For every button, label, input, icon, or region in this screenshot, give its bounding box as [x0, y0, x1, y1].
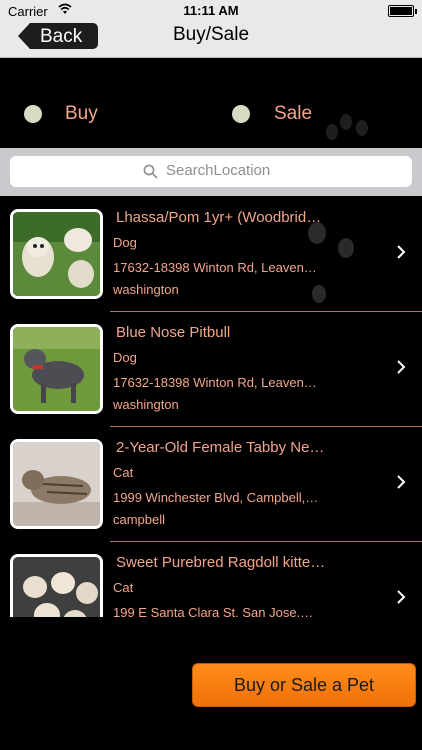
- listing-title: 2-Year-Old Female Tabby Ne…: [116, 439, 325, 456]
- filter-row: Buy Sale: [0, 58, 422, 148]
- listing-city: washington: [113, 282, 179, 297]
- pet-photo: [10, 554, 103, 617]
- listing-row[interactable]: 2-Year-Old Female Tabby Ne… Cat 1999 Win…: [0, 427, 422, 542]
- listing-address: 17632-18398 Winton Rd, Leaven…: [113, 375, 317, 390]
- listing-table: Lhassa/Pom 1yr+ (Woodbrid… Dog 17632-183…: [0, 197, 422, 617]
- listing-title: Blue Nose Pitbull: [116, 324, 231, 341]
- status-bar: Carrier 11:11 AM: [0, 0, 422, 22]
- search-icon: [143, 164, 158, 179]
- listing-title: Sweet Purebred Ragdoll kitte…: [116, 554, 326, 571]
- listing-row[interactable]: Sweet Purebred Ragdoll kitte… Cat 199 E …: [0, 542, 422, 617]
- battery-icon: [388, 5, 417, 17]
- listing-title: Lhassa/Pom 1yr+ (Woodbrid…: [116, 209, 322, 226]
- paw-print-icon: [316, 110, 376, 150]
- listing-row[interactable]: Blue Nose Pitbull Dog 17632-18398 Winton…: [0, 312, 422, 427]
- listing-address: 17632-18398 Winton Rd, Leaven…: [113, 260, 317, 275]
- chevron-right-icon: [397, 590, 406, 604]
- search-bar: SearchLocation: [0, 148, 422, 196]
- navigation-bar: Back Buy/Sale: [0, 22, 422, 58]
- chevron-right-icon: [397, 360, 406, 374]
- sale-radio[interactable]: [232, 105, 250, 123]
- listing-type: Dog: [113, 350, 137, 365]
- buy-or-sale-button[interactable]: Buy or Sale a Pet: [192, 663, 416, 707]
- search-placeholder: SearchLocation: [166, 162, 271, 179]
- listing-address: 1999 Winchester Blvd, Campbell,…: [113, 490, 319, 505]
- buy-radio[interactable]: [24, 105, 42, 123]
- listing-type: Dog: [113, 235, 137, 250]
- chevron-right-icon: [397, 245, 406, 259]
- pet-photo: [10, 209, 103, 299]
- pet-photo: [10, 439, 103, 529]
- chevron-right-icon: [397, 475, 406, 489]
- sale-label[interactable]: Sale: [274, 103, 312, 125]
- clock: 11:11 AM: [183, 3, 239, 18]
- listing-type: Cat: [113, 580, 134, 595]
- search-input[interactable]: SearchLocation: [10, 156, 412, 187]
- listing-type: Cat: [113, 465, 134, 480]
- listing-row[interactable]: Lhassa/Pom 1yr+ (Woodbrid… Dog 17632-183…: [0, 197, 422, 312]
- listing-city: washington: [113, 397, 179, 412]
- buy-label[interactable]: Buy: [65, 103, 98, 125]
- listing-city: campbell: [113, 512, 166, 527]
- listing-address: 199 E Santa Clara St, San Jose,…: [113, 605, 314, 617]
- page-title: Buy/Sale: [172, 24, 250, 45]
- pet-photo: [10, 324, 103, 414]
